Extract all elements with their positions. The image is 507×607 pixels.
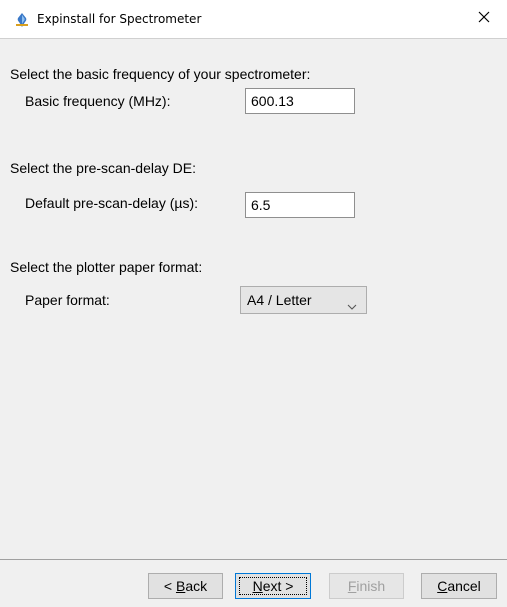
delay-field-label: Default pre-scan-delay (µs):	[25, 195, 199, 211]
delay-section-label: Select the pre-scan-delay DE:	[10, 160, 196, 176]
paper-format-selected: A4 / Letter	[247, 292, 312, 308]
app-icon	[14, 12, 30, 28]
cancel-button-label: Cancel	[437, 578, 481, 594]
frequency-input[interactable]	[245, 88, 355, 114]
finish-button: Finish	[329, 573, 404, 599]
cancel-button[interactable]: Cancel	[421, 573, 497, 599]
paper-field-label: Paper format:	[25, 292, 110, 308]
back-button-label: < Back	[163, 578, 208, 594]
delay-input[interactable]	[245, 192, 355, 218]
next-button[interactable]: Next >	[235, 573, 311, 599]
chevron-down-icon	[347, 297, 357, 313]
close-button[interactable]	[461, 0, 507, 38]
focus-ring	[239, 577, 307, 595]
window-title: Expinstall for Spectrometer	[37, 12, 202, 26]
dialog-content: Select the basic frequency of your spect…	[0, 39, 507, 559]
button-bar: < Back Next > Finish Cancel	[0, 559, 507, 607]
frequency-section-label: Select the basic frequency of your spect…	[10, 66, 311, 82]
title-bar: Expinstall for Spectrometer	[0, 0, 507, 39]
back-button[interactable]: < Back	[148, 573, 223, 599]
finish-button-label: Finish	[347, 578, 386, 594]
frequency-field-label: Basic frequency (MHz):	[25, 93, 171, 109]
close-icon	[478, 10, 490, 28]
paper-section-label: Select the plotter paper format:	[10, 259, 203, 275]
paper-format-select[interactable]: A4 / Letter	[240, 286, 367, 314]
